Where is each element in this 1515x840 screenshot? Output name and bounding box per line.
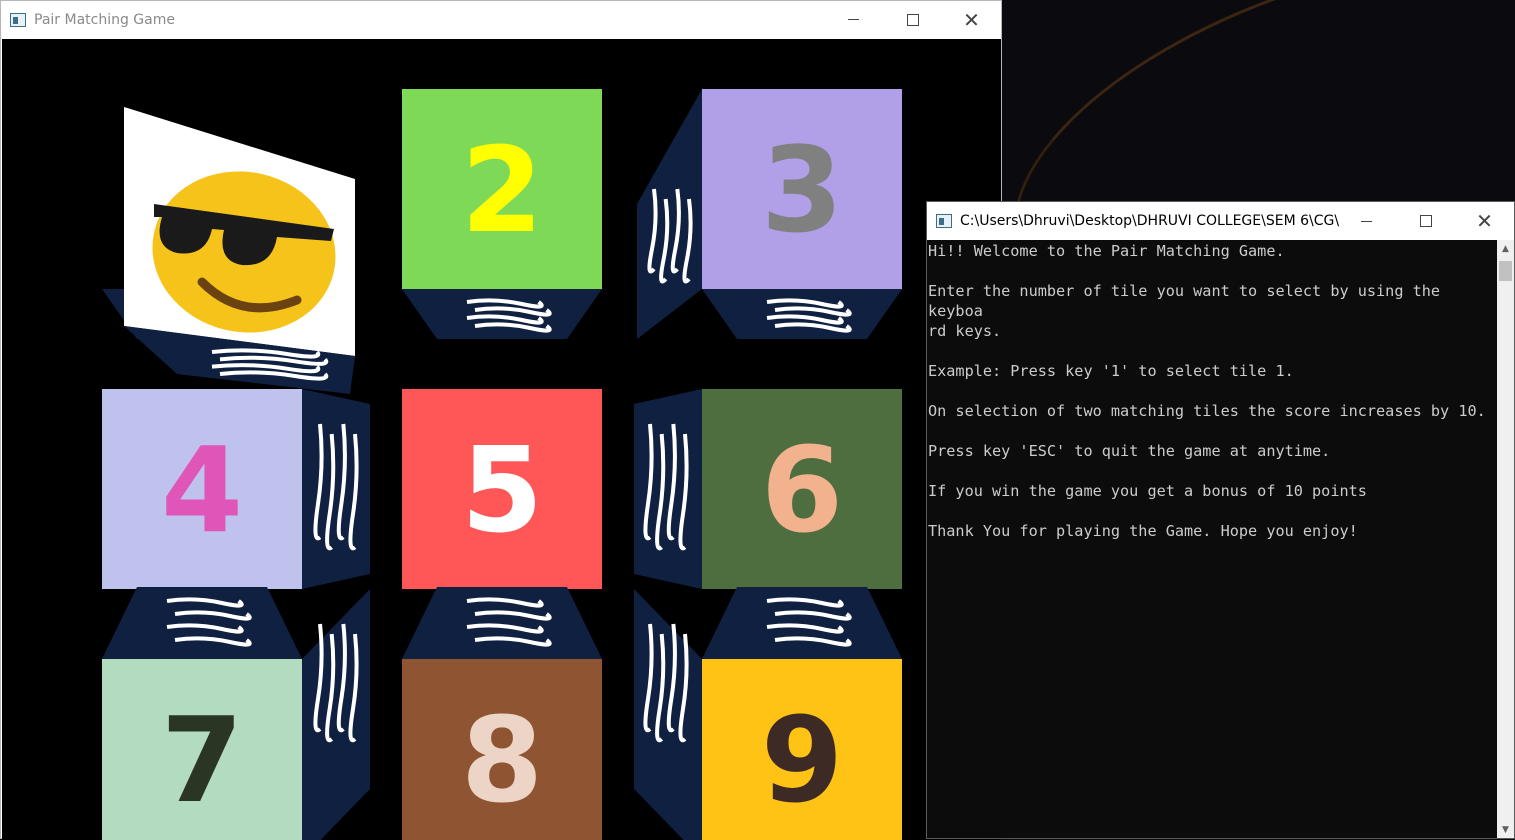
tile-side-left [634,389,702,589]
tile-number: 2 [461,121,543,259]
tile-number: 8 [461,691,543,829]
tile-number: 7 [161,691,243,829]
tile-9[interactable]: 9 [634,587,902,840]
close-icon: ✕ [963,7,980,32]
console-line: rd keys. [928,322,1002,340]
tile-side-top [402,587,602,659]
game-titlebar[interactable]: Pair Matching Game ✕ [1,1,1001,38]
console-minimize-button[interactable] [1337,202,1396,240]
minimize-button[interactable] [824,1,883,38]
close-button[interactable]: ✕ [942,1,1001,38]
tile-7[interactable]: 7 [102,587,370,840]
game-canvas[interactable]: 2 3 4 5 6 7 8 9 [2,39,1001,840]
maximize-icon [1419,215,1432,227]
console-line: If you win the game you get a bonus of 1… [928,482,1367,500]
tile-2[interactable]: 2 [402,89,602,339]
tile-number: 9 [761,691,843,829]
tile-number: 5 [461,421,543,559]
tile-number: 6 [761,421,843,559]
console-window[interactable]: C:\Users\Dhruvi\Desktop\DHRUVI COLLEGE\S… [926,201,1515,839]
tile-6[interactable]: 6 [634,389,902,589]
console-scrollbar[interactable]: ▲ ▼ [1497,240,1514,838]
game-window[interactable]: Pair Matching Game ✕ 2 3 4 5 6 7 8 9 [0,0,1002,840]
scroll-thumb[interactable] [1499,261,1512,281]
window-app-icon [10,12,26,27]
tile-8[interactable]: 8 [402,587,602,840]
tile-number: 4 [161,421,243,559]
tile-side-bottom [702,289,902,339]
tile-side-top [702,587,902,659]
console-title: C:\Users\Dhruvi\Desktop\DHRUVI COLLEGE\S… [960,213,1340,229]
tile-side-bottom [402,289,602,339]
console-line: Example: Press key '1' to select tile 1. [928,362,1294,380]
console-maximize-button[interactable] [1396,202,1455,240]
console-line: Enter the number of tile you want to sel… [928,282,1450,320]
scroll-down-arrow-icon[interactable]: ▼ [1497,821,1514,838]
maximize-button[interactable] [883,1,942,38]
tile-board[interactable]: 2 3 4 5 6 7 8 9 [2,39,1001,840]
console-line: Hi!! Welcome to the Pair Matching Game. [928,242,1285,260]
tile-side-right [302,389,370,589]
console-output: Hi!! Welcome to the Pair Matching Game. E… [927,240,1497,838]
minimize-icon [848,19,859,20]
console-close-button[interactable]: ✕ [1455,202,1514,240]
console-app-icon [936,214,952,228]
console-line: Thank You for playing the Game. Hope you… [928,522,1358,540]
console-titlebar[interactable]: C:\Users\Dhruvi\Desktop\DHRUVI COLLEGE\S… [927,202,1514,240]
tile-3[interactable]: 3 [637,89,902,339]
maximize-icon [906,13,919,26]
tile-4[interactable]: 4 [102,389,370,589]
minimize-icon [1361,220,1372,222]
scroll-up-arrow-icon[interactable]: ▲ [1497,240,1514,257]
tile-side-right [302,589,370,840]
console-line: Press key 'ESC' to quit the game at anyt… [928,442,1331,460]
tile-5[interactable]: 5 [402,389,602,589]
window-title: Pair Matching Game [34,11,175,28]
tile-1[interactable] [102,107,355,394]
close-icon: ✕ [1476,209,1493,233]
tile-number: 3 [761,121,843,259]
tile-side-top [102,587,302,659]
console-line: On selection of two matching tiles the s… [928,402,1486,420]
